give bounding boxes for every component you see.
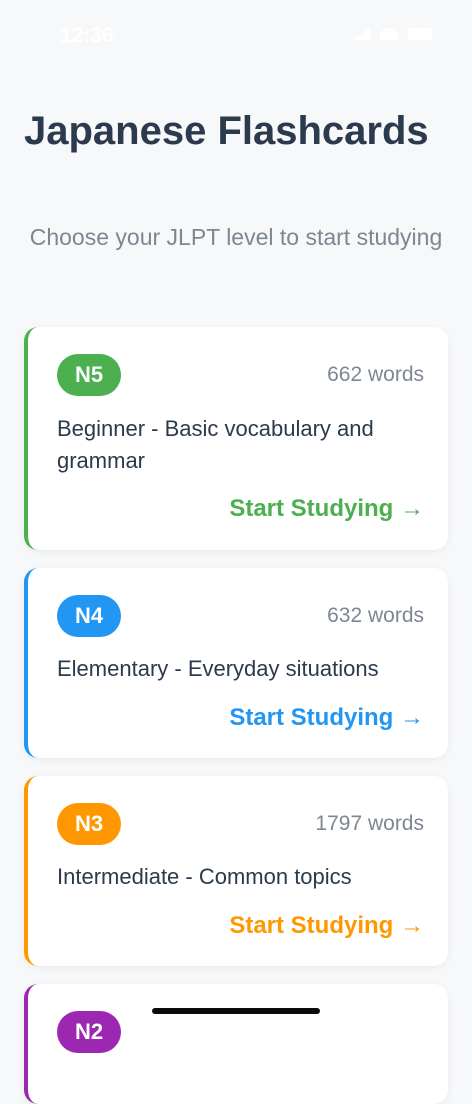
level-card-n4[interactable]: N4 632 words Elementary - Everyday situa… [24,568,448,758]
level-badge: N5 [57,354,121,396]
word-count: 632 words [327,604,424,627]
start-studying-button[interactable]: Start Studying → [229,912,424,940]
level-badge: N3 [57,803,121,845]
home-indicator[interactable] [152,1008,320,1014]
page-title: Japanese Flashcards [24,109,429,153]
page-subtitle: Choose your JLPT level to start studying [29,224,443,250]
level-description: Beginner - Basic vocabulary and grammar [57,416,374,473]
level-card-n2[interactable]: N2 [24,984,448,1104]
level-card-n5[interactable]: N5 662 words Beginner - Basic vocabulary… [24,327,448,550]
word-count: 1797 words [315,812,424,835]
level-badge: N4 [57,595,121,637]
level-badge: N2 [57,1011,121,1053]
word-count: 662 words [327,363,424,386]
wifi-icon [380,28,398,40]
level-card-n3[interactable]: N3 1797 words Intermediate - Common topi… [24,776,448,966]
start-studying-button[interactable]: Start Studying → [229,495,424,523]
level-description: Elementary - Everyday situations [57,656,379,681]
start-studying-button[interactable]: Start Studying → [229,704,424,732]
level-description: Intermediate - Common topics [57,864,352,889]
signal-icon [352,28,370,40]
battery-icon [408,28,432,40]
status-time: 12:36 [60,24,114,47]
status-bar: 12:36 [0,0,472,70]
status-icons [352,28,432,40]
